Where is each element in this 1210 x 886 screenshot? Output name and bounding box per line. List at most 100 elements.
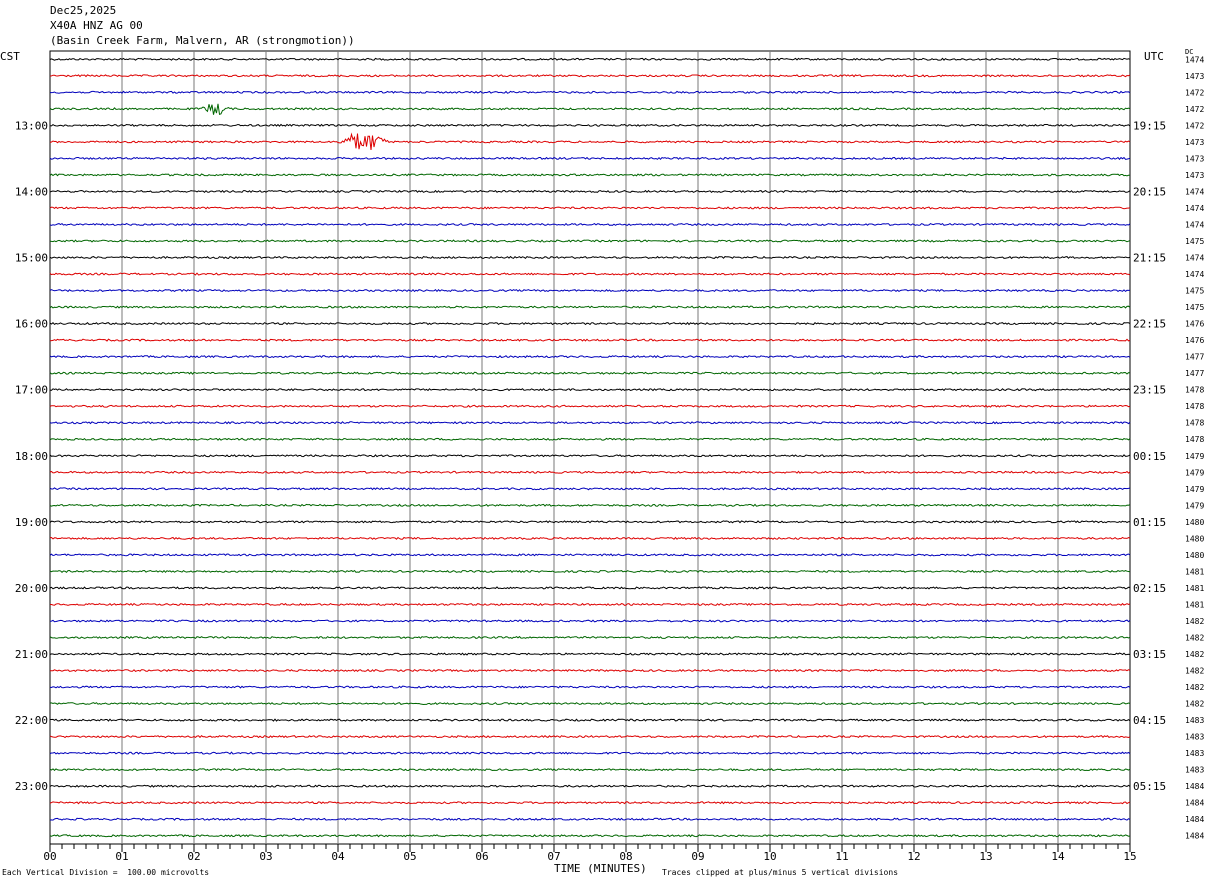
plot-frame — [49, 50, 1131, 845]
dc-value: 1479 — [1185, 468, 1204, 477]
trace-row — [49, 57, 1131, 61]
trace-row — [49, 123, 1131, 127]
x-tick-label: 05 — [403, 850, 416, 863]
x-tick-label: 15 — [1123, 850, 1136, 863]
dc-value: 1480 — [1185, 551, 1204, 560]
trace-row — [50, 668, 1131, 673]
x-tick-label: 14 — [1051, 850, 1065, 863]
x-tick-label: 04 — [331, 850, 345, 863]
dc-value: 1482 — [1185, 617, 1204, 626]
dc-value: 1478 — [1185, 386, 1204, 395]
dc-value: 1483 — [1185, 766, 1204, 775]
x-axis-title: TIME (MINUTES) — [554, 862, 647, 875]
trace-row — [49, 801, 1131, 805]
trace-row — [49, 817, 1131, 821]
clip-note: Traces clipped at plus/minus 5 vertical … — [662, 868, 899, 877]
trace-row — [49, 768, 1131, 772]
right-hour-label: 05:15 — [1133, 780, 1166, 793]
dc-value: 1474 — [1185, 254, 1204, 263]
dc-value: 1472 — [1185, 121, 1204, 130]
right-hour-label: 03:15 — [1133, 648, 1166, 661]
dc-value: 1474 — [1185, 204, 1204, 213]
left-hour-label: 16:00 — [15, 318, 48, 331]
trace-row — [49, 338, 1131, 342]
dc-value: 1473 — [1185, 171, 1204, 180]
dc-value: 1476 — [1185, 320, 1204, 329]
trace-row — [49, 652, 1131, 656]
dc-value: 1474 — [1185, 270, 1204, 279]
trace-row — [49, 103, 1131, 115]
trace-row — [49, 701, 1131, 706]
right-hour-label: 00:15 — [1133, 450, 1166, 463]
left-hour-label: 17:00 — [15, 384, 48, 397]
trace-row — [49, 206, 1131, 210]
dc-value: 1482 — [1185, 667, 1204, 676]
trace-row — [49, 388, 1131, 392]
trace-row — [49, 751, 1131, 755]
trace-row — [49, 586, 1131, 590]
dc-value: 1482 — [1185, 700, 1204, 709]
trace-row — [49, 553, 1131, 557]
right-hour-label: 19:15 — [1133, 119, 1166, 132]
dc-value: 1472 — [1185, 88, 1204, 97]
trace-row — [50, 718, 1131, 722]
dc-value: 1482 — [1185, 683, 1204, 692]
trace-row — [49, 619, 1131, 623]
trace-row — [49, 255, 1131, 260]
right-hour-label: 20:15 — [1133, 185, 1166, 198]
trace-row — [49, 355, 1131, 359]
dc-value: 1481 — [1185, 600, 1204, 609]
trace-row — [49, 569, 1131, 574]
dc-value: 1478 — [1185, 419, 1204, 428]
dc-value: 1483 — [1185, 749, 1204, 758]
trace-row — [49, 305, 1131, 309]
trace-row — [49, 834, 1131, 838]
dc-value: 1477 — [1185, 353, 1204, 362]
dc-value: 1475 — [1185, 237, 1204, 246]
trace-row — [49, 635, 1131, 640]
dc-value: 1479 — [1185, 485, 1204, 494]
x-tick-label: 11 — [835, 850, 848, 863]
left-hour-label: 15:00 — [15, 252, 48, 265]
dc-value: 1478 — [1185, 435, 1204, 444]
trace-row — [50, 602, 1131, 607]
dc-value: 1477 — [1185, 369, 1204, 378]
trace-row — [49, 520, 1131, 524]
dc-value: 1476 — [1185, 336, 1204, 345]
dc-value: 1484 — [1185, 832, 1204, 841]
dc-value: 1480 — [1185, 534, 1204, 543]
x-tick-label: 00 — [43, 850, 56, 863]
dc-value: 1473 — [1185, 154, 1204, 163]
trace-row — [49, 454, 1131, 458]
trace-row — [49, 288, 1131, 293]
trace-row — [49, 222, 1131, 227]
trace-row — [50, 90, 1131, 94]
trace-row — [49, 470, 1131, 474]
left-hour-label: 20:00 — [15, 582, 48, 595]
right-hour-label: 22:15 — [1133, 318, 1166, 331]
dc-value: 1478 — [1185, 402, 1204, 411]
left-hour-label: 23:00 — [15, 780, 48, 793]
trace-row — [49, 404, 1131, 408]
trace-row — [49, 437, 1131, 441]
trace-row — [49, 734, 1131, 739]
left-hour-label: 21:00 — [15, 648, 48, 661]
left-hour-label: 14:00 — [15, 185, 48, 198]
x-tick-label: 10 — [763, 850, 776, 863]
trace-row — [49, 421, 1131, 425]
dc-value: 1475 — [1185, 303, 1204, 312]
dc-value: 1474 — [1185, 55, 1204, 64]
dc-value: 1483 — [1185, 733, 1204, 742]
trace-row — [49, 173, 1131, 177]
dc-value: 1473 — [1185, 72, 1204, 81]
dc-value: 1479 — [1185, 452, 1204, 461]
right-hour-label: 23:15 — [1133, 384, 1166, 397]
trace-row — [49, 239, 1131, 243]
right-hour-label: 21:15 — [1133, 252, 1166, 265]
dc-value: 1481 — [1185, 567, 1204, 576]
trace-row — [49, 321, 1131, 326]
dc-value: 1474 — [1185, 187, 1204, 196]
trace-row — [49, 156, 1131, 161]
helicorder-plot: 00 01 02 03 04 05 06 07 08 09 10 11 12 13 14 1514741473… — [15, 50, 1204, 863]
dc-value: 1474 — [1185, 220, 1204, 229]
